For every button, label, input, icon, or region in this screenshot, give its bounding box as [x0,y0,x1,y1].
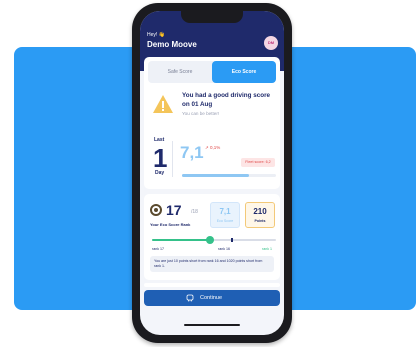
points-label: Points [254,219,266,223]
eco-box-label: Eco Score [216,219,234,223]
rank-total: /18 [191,209,198,215]
avatar[interactable]: DM [264,36,278,50]
divider [172,141,173,177]
scroll-divider [144,283,280,287]
rank-slider-thumb [206,236,215,244]
rank-label: Your Eco Score Rank [150,222,191,227]
continue-button[interactable]: Continue [144,290,280,306]
continue-label: Continue [200,295,223,301]
rank-mid-label: rank 16 [218,247,230,251]
rank-info-text: You are just 10 points short from rank 1… [150,256,274,272]
rank-left-label: rank 17 [152,247,164,251]
score-trend: ↗ 0,1% [205,145,221,150]
day-label: Day [155,170,165,176]
phone-notch [181,11,243,23]
eco-score-value: 7,1 [180,143,204,162]
eco-score-box: 7,1 Eco Score [210,202,240,228]
message-title: You had a good driving score on 01 Aug [182,92,271,108]
points-box: 210 Points [245,202,275,228]
score-progress-track [182,174,276,177]
rank-position: 17 [166,202,182,218]
eco-box-value: 7,1 [219,207,231,216]
medal-icon [150,204,162,216]
rank-slider [152,236,276,244]
home-indicator [184,324,240,326]
user-name: Demo Moove [147,40,197,49]
points-value: 210 [253,207,267,216]
score-tabs: Safe Score Eco Score [148,61,276,83]
rank-slider-fill [152,239,211,241]
message-subtitle: You can be better! [182,111,220,116]
warning-icon [153,95,173,113]
rank-card: 17 /18 Your Eco Score Rank 7,1 Eco Score… [144,194,280,280]
tab-eco-score[interactable]: Eco Score [212,61,276,83]
greeting-text: Hey! 👋 [147,32,165,38]
rank-slider-tick [231,238,233,242]
fleet-score-badge: Fleet score: 6,2 [241,158,275,167]
rank-right-label: rank 1 [262,247,272,251]
car-icon [186,294,194,302]
tab-safe-score[interactable]: Safe Score [148,61,212,83]
score-card: Safe Score Eco Score You had a good driv… [144,57,280,189]
phone-screen: Hey! 👋 Demo Moove DM Safe Score Eco Scor… [140,11,284,335]
score-progress-fill [182,174,249,177]
